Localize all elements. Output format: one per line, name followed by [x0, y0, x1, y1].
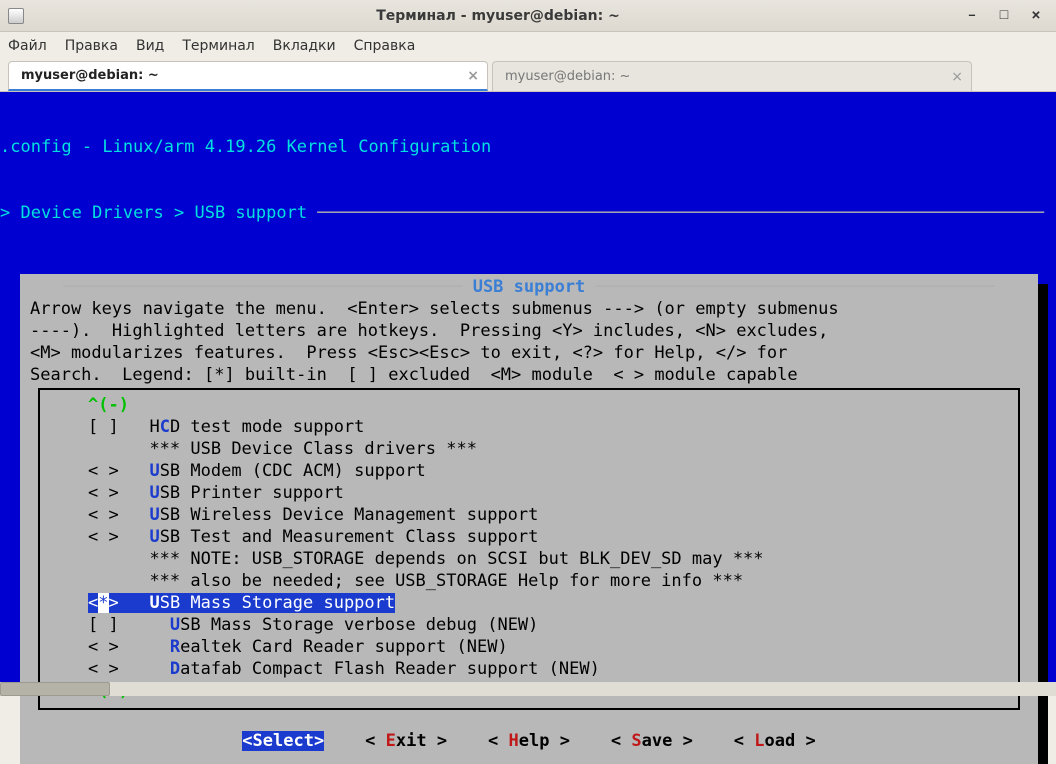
- dialog-buttons: <Select> < Exit > < Help > < Save > < Lo…: [22, 716, 1036, 762]
- window-titlebar: Терминал - myuser@debian: ~ – □ ✕: [0, 0, 1056, 32]
- opt-datafab[interactable]: < > Datafab Compact Flash Reader support…: [40, 658, 1018, 680]
- tab-1-close-icon[interactable]: ×: [467, 68, 479, 84]
- breadcrumb: Device Drivers > USB support: [20, 203, 317, 223]
- opt-usb-mass-verbose[interactable]: [ ] USB Mass Storage verbose debug (NEW): [40, 614, 1018, 636]
- window-title: Терминал - myuser@debian: ~: [32, 8, 964, 24]
- opt-note-1: *** NOTE: USB_STORAGE depends on SCSI bu…: [40, 548, 1018, 570]
- tab-2-close-icon[interactable]: ×: [951, 69, 963, 85]
- tab-1-label: myuser@debian: ~: [21, 68, 159, 83]
- maximize-button[interactable]: □: [996, 8, 1012, 24]
- options-list[interactable]: ^(-) [ ] HCD test mode support *** USB D…: [38, 388, 1020, 710]
- breadcrumb-row: > Device Drivers > USB support ─────────…: [0, 202, 1050, 224]
- menubar: Файл Правка Вид Терминал Вкладки Справка: [0, 32, 1056, 60]
- tab-2[interactable]: myuser@debian: ~ ×: [492, 61, 972, 91]
- save-button[interactable]: < Save >: [611, 731, 693, 751]
- opt-usb-test-measure[interactable]: < > USB Test and Measurement Class suppo…: [40, 526, 1018, 548]
- config-header: .config - Linux/arm 4.19.26 Kernel Confi…: [0, 136, 1050, 158]
- dialog-title: USB support: [462, 277, 595, 297]
- scrollbar-thumb[interactable]: [0, 682, 110, 696]
- tabbar: myuser@debian: ~ × myuser@debian: ~ ×: [0, 60, 1056, 92]
- opt-hcd-test-mode[interactable]: [ ] HCD test mode support: [40, 416, 1018, 438]
- help-button[interactable]: < Help >: [488, 731, 570, 751]
- opt-usb-wireless[interactable]: < > USB Wireless Device Management suppo…: [40, 504, 1018, 526]
- menu-edit[interactable]: Правка: [65, 38, 118, 54]
- terminal[interactable]: .config - Linux/arm 4.19.26 Kernel Confi…: [0, 92, 1056, 696]
- scroll-up-indicator: ^(-): [40, 394, 1018, 416]
- opt-realtek[interactable]: < > Realtek Card Reader support (NEW): [40, 636, 1018, 658]
- opt-usb-printer[interactable]: < > USB Printer support: [40, 482, 1018, 504]
- dialog-title-row: ─────────────────────────────────────── …: [22, 276, 1036, 298]
- menu-terminal[interactable]: Терминал: [182, 38, 254, 54]
- opt-usb-mass-storage[interactable]: <*> USB Mass Storage support: [40, 592, 1018, 614]
- opt-usb-modem[interactable]: < > USB Modem (CDC ACM) support: [40, 460, 1018, 482]
- load-button[interactable]: < Load >: [734, 731, 816, 751]
- close-button[interactable]: ✕: [1028, 8, 1044, 24]
- tab-1[interactable]: myuser@debian: ~ ×: [8, 61, 488, 91]
- menu-tabs[interactable]: Вкладки: [273, 38, 336, 54]
- menu-help[interactable]: Справка: [354, 38, 416, 54]
- tab-2-label: myuser@debian: ~: [505, 69, 630, 84]
- opt-header-device-class: *** USB Device Class drivers ***: [40, 438, 1018, 460]
- horizontal-scrollbar[interactable]: [0, 682, 1056, 696]
- minimize-button[interactable]: –: [964, 8, 980, 24]
- exit-button[interactable]: < Exit >: [365, 731, 447, 751]
- select-button[interactable]: <Select>: [242, 731, 324, 751]
- opt-note-2: *** also be needed; see USB_STORAGE Help…: [40, 570, 1018, 592]
- app-icon: [8, 8, 24, 24]
- menu-view[interactable]: Вид: [136, 38, 164, 54]
- menu-file[interactable]: Файл: [8, 38, 47, 54]
- help-text: Arrow keys navigate the menu. <Enter> se…: [22, 298, 1036, 386]
